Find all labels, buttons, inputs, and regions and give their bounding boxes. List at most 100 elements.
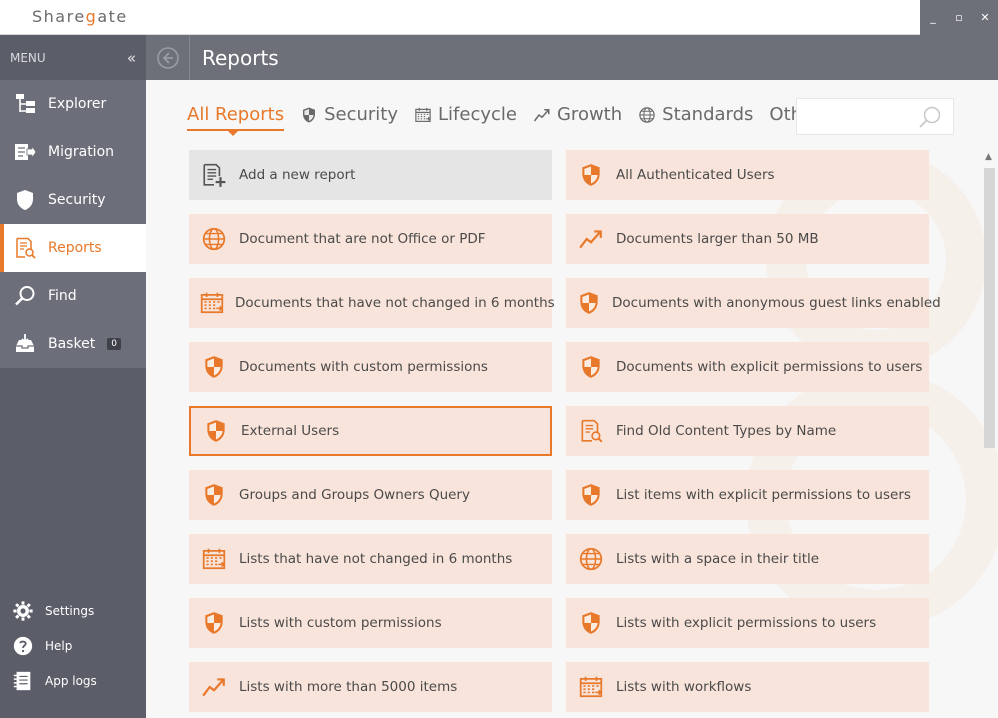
shield-icon — [199, 352, 229, 382]
report-card[interactable]: Document that are not Office or PDF — [189, 214, 552, 264]
gear-icon — [13, 600, 33, 621]
sidebar-link-settings[interactable]: Settings — [0, 593, 146, 628]
sidebar-item-basket[interactable]: Basket 0 — [0, 320, 146, 368]
app-logs-icon — [13, 671, 31, 690]
report-card-label: Documents with explicit permissions to u… — [616, 359, 923, 375]
add-report-button[interactable]: Add a new report — [189, 150, 552, 200]
report-card-label: Lists with workflows — [616, 679, 752, 695]
tab-label: Standards — [662, 104, 754, 125]
calendar-icon — [414, 106, 432, 124]
scrollbar-thumb[interactable] — [984, 168, 995, 448]
tab-growth[interactable]: Growth — [533, 104, 622, 125]
search-box[interactable] — [796, 98, 954, 135]
report-card[interactable]: All Authenticated Users — [566, 150, 929, 200]
report-card[interactable]: Lists with explicit permissions to users — [566, 598, 929, 648]
tab-label: All Reports — [187, 104, 285, 125]
sidebar-item-find[interactable]: Find — [0, 272, 146, 320]
report-card[interactable]: Groups and Groups Owners Query — [189, 470, 552, 520]
sidebar-link-label: App logs — [45, 673, 97, 688]
back-arrow-icon — [156, 46, 179, 69]
report-card[interactable]: Documents larger than 50 MB — [566, 214, 929, 264]
report-card[interactable]: Lists with custom permissions — [189, 598, 552, 648]
shield-icon — [576, 608, 606, 638]
shield-icon — [201, 416, 231, 446]
tab-lifecycle[interactable]: Lifecycle — [414, 104, 517, 125]
report-card-label: Find Old Content Types by Name — [616, 423, 837, 439]
menu-label: MENU — [10, 50, 46, 65]
tab-security[interactable]: Security — [300, 104, 398, 125]
report-card[interactable]: Documents with anonymous guest links ena… — [566, 278, 941, 328]
report-card-label: All Authenticated Users — [616, 167, 775, 183]
calendar-icon — [199, 288, 225, 318]
report-card-label: External Users — [241, 423, 340, 439]
report-card[interactable]: Lists with workflows — [566, 662, 929, 712]
shield-icon — [576, 288, 602, 318]
sidebar-nav: Explorer Migration Security Reports Find… — [0, 80, 146, 368]
maximize-button[interactable]: ▫ — [946, 0, 972, 35]
sidebar-link-app-logs[interactable]: App logs — [0, 663, 146, 698]
globe-icon — [579, 547, 603, 571]
sidebar-item-reports[interactable]: Reports — [0, 224, 146, 272]
search-icon[interactable] — [917, 105, 943, 131]
back-button[interactable] — [146, 35, 190, 80]
calendar-icon — [579, 676, 603, 698]
minimize-button[interactable]: _ — [920, 0, 946, 35]
report-card[interactable]: List items with explicit permissions to … — [566, 470, 929, 520]
report-card[interactable]: Lists that have not changed in 6 months — [189, 534, 552, 584]
report-card[interactable]: Lists with more than 5000 items — [189, 662, 552, 712]
growth-icon — [202, 678, 225, 697]
sidebar-link-label: Help — [45, 638, 73, 653]
close-button[interactable]: ✕ — [972, 0, 998, 35]
sidebar-item-label: Security — [48, 192, 106, 208]
sidebar-item-label: Basket — [48, 336, 96, 352]
report-tabs: All Reports Security Lifecycle Growth St… — [187, 104, 837, 136]
reports-icon — [16, 237, 36, 259]
report-card-label: Lists with explicit permissions to users — [616, 615, 877, 631]
collapse-menu-button[interactable]: « — [127, 49, 136, 67]
globe-icon — [638, 106, 656, 124]
add-report-icon — [203, 163, 226, 187]
report-card-label: Documents with anonymous guest links ena… — [612, 295, 941, 311]
shield-icon — [12, 187, 38, 213]
reports-content: All Reports Security Lifecycle Growth St… — [146, 80, 998, 718]
calendar-icon — [202, 548, 226, 570]
search-input[interactable] — [797, 99, 917, 134]
document-search-icon — [581, 419, 603, 443]
report-card[interactable]: Lists with a space in their title — [566, 534, 929, 584]
shield-icon — [582, 356, 600, 378]
basket-icon — [12, 331, 38, 357]
basket-count-badge: 0 — [107, 338, 121, 350]
report-card[interactable]: Find Old Content Types by Name — [566, 406, 929, 456]
shield-icon — [582, 164, 600, 186]
sidebar-item-security[interactable]: Security — [0, 176, 146, 224]
tab-label: Growth — [556, 104, 623, 125]
growth-icon — [533, 106, 551, 124]
help-icon — [13, 636, 33, 655]
reports-icon — [12, 235, 38, 261]
sidebar-link-help[interactable]: Help — [0, 628, 146, 663]
tab-all-reports[interactable]: All Reports — [187, 104, 285, 136]
search-icon — [12, 283, 38, 309]
report-card[interactable]: Documents that have not changed in 6 mon… — [189, 278, 555, 328]
shield-icon — [17, 190, 33, 210]
calendar-icon — [200, 292, 224, 314]
shield-icon — [582, 612, 600, 634]
document-search-icon — [576, 416, 606, 446]
title-bar: Sharegate _ ▫ ✕ — [0, 0, 998, 35]
report-card[interactable]: Documents with explicit permissions to u… — [566, 342, 929, 392]
vertical-scrollbar[interactable]: ▲ — [981, 148, 998, 718]
shield-icon — [205, 484, 223, 506]
sidebar-item-explorer[interactable]: Explorer — [0, 80, 146, 128]
tab-standards[interactable]: Standards — [638, 104, 753, 125]
explorer-icon — [12, 91, 38, 117]
explorer-icon — [16, 94, 35, 113]
app-logs-icon — [12, 670, 34, 692]
sidebar-item-migration[interactable]: Migration — [0, 128, 146, 176]
report-card-label: Document that are not Office or PDF — [239, 231, 486, 247]
report-card[interactable]: Documents with custom permissions — [189, 342, 552, 392]
scroll-up-arrow-icon[interactable]: ▲ — [985, 152, 992, 162]
window-controls: _ ▫ ✕ — [920, 0, 998, 35]
menu-header: MENU « — [0, 35, 146, 80]
report-card[interactable]: External Users — [189, 406, 552, 456]
sidebar-link-label: Settings — [45, 603, 95, 618]
